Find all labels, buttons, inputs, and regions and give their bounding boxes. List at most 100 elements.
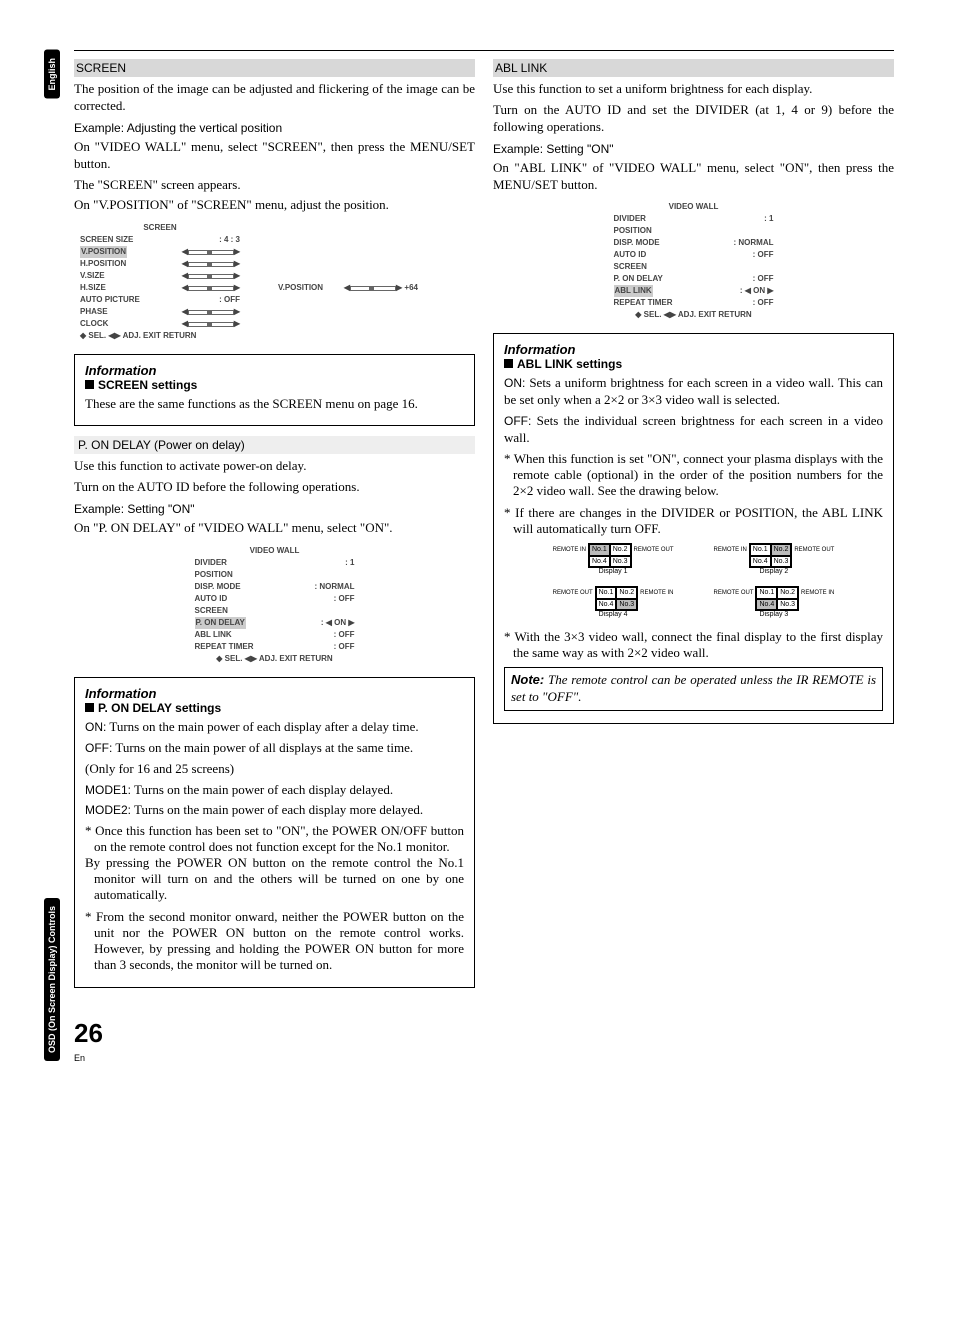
slider-icon: ◀▶ [182, 270, 240, 282]
pon-p2: Turn on the AUTO ID before the following… [74, 479, 475, 496]
side-tab-osd: OSD (On Screen Display) Controls [44, 898, 60, 1061]
osd-row-val: : OFF [219, 294, 240, 306]
callout-label: V.POSITION [278, 282, 323, 294]
info-title: Information [85, 363, 464, 378]
osd-row-val: : NORMAL [734, 237, 774, 249]
osd-row-label: ABL LINK [195, 629, 232, 641]
pon-infobox: Information P. ON DELAY settings ON: Tur… [74, 677, 475, 988]
slider-icon: ◀▶ +64 [344, 282, 418, 294]
osd-row-label: SCREEN [195, 605, 228, 617]
osd-row-label: AUTO ID [195, 593, 228, 605]
osd-row-label: ABL LINK [614, 285, 653, 297]
abl-p1: Use this function to set a uniform brigh… [493, 81, 894, 98]
osd-title: VIDEO WALL [614, 201, 774, 213]
osd-row-val: : 4 : 3 [219, 234, 240, 246]
callout-val: +64 [404, 283, 418, 292]
screen-example: Example: Adjusting the vertical position [74, 121, 475, 135]
page-lang: En [74, 1053, 85, 1063]
info-sub: P. ON DELAY settings [85, 701, 464, 715]
pon-off: OFF: Turns on the main power of all disp… [85, 740, 464, 757]
left-column: SCREEN The position of the image can be … [74, 59, 475, 998]
osd-row-label: H.SIZE [80, 282, 106, 294]
osd-row-val: : OFF [334, 593, 355, 605]
osd-row-label: V.SIZE [80, 270, 105, 282]
osd-row-label: DISP. MODE [614, 237, 660, 249]
wall-diagram: REMOTE IN No.1No.2No.4No.3 REMOTE OUT Di… [504, 543, 883, 619]
page-container: English OSD (On Screen Display) Controls… [40, 50, 894, 1065]
abl-p2: Turn on the AUTO ID and set the DIVIDER … [493, 102, 894, 136]
list-item: * If there are changes in the DIVIDER or… [504, 505, 883, 537]
osd-row-label: POSITION [195, 569, 233, 581]
osd-row-label: DIVIDER [195, 557, 227, 569]
pon-heading: P. ON DELAY (Power on delay) [74, 436, 475, 454]
list-item: * When this function is set "ON", connec… [504, 451, 883, 499]
abl-star-list: * When this function is set "ON", connec… [504, 451, 883, 537]
osd-row-label: P. ON DELAY [614, 273, 663, 285]
osd-row-label: SCREEN [614, 261, 647, 273]
osd-row-label: V.POSITION [80, 246, 127, 258]
screen-infobox: Information SCREEN settings These are th… [74, 354, 475, 426]
osd-footer: ◆ SEL. ◀▶ ADJ. EXIT RETURN [614, 309, 774, 321]
abl-off: OFF: Sets the individual screen brightne… [504, 413, 883, 447]
diagram-unit: REMOTE OUT No.1No.2No.4No.3 REMOTE IN Di… [714, 586, 835, 619]
abl-p3: On "ABL LINK" of "VIDEO WALL" menu, sele… [493, 160, 894, 194]
osd-row-label: DIVIDER [614, 213, 646, 225]
list-item: * With the 3×3 video wall, connect the f… [504, 629, 883, 661]
osd-row-label: REPEAT TIMER [195, 641, 254, 653]
osd-row-label: REPEAT TIMER [614, 297, 673, 309]
osd-row-label: PHASE [80, 306, 108, 318]
info-title: Information [85, 686, 464, 701]
pon-mode1: MODE1: Turns on the main power of each d… [85, 782, 464, 799]
slider-icon: ◀▶ [182, 282, 240, 294]
abl-infobox: Information ABL LINK settings ON: Sets a… [493, 333, 894, 723]
osd-row-val: : 1 [764, 213, 773, 225]
pon-only: (Only for 16 and 25 screens) [85, 761, 464, 778]
content: SCREEN The position of the image can be … [74, 50, 894, 1065]
pon-mode2: MODE2: Turns on the main power of each d… [85, 802, 464, 819]
pon-osd: VIDEO WALL DIVIDER: 1 POSITION DISP. MOD… [189, 541, 361, 669]
osd-row-label: AUTO PICTURE [80, 294, 140, 306]
side-tab-english: English [44, 50, 60, 99]
info-body: These are the same functions as the SCRE… [85, 396, 464, 413]
osd-row-label: POSITION [614, 225, 652, 237]
side-tabs: English OSD (On Screen Display) Controls [40, 50, 64, 1065]
abl-example: Example: Setting "ON" [493, 142, 894, 156]
info-title: Information [504, 342, 883, 357]
osd-row-val: : 1 [345, 557, 354, 569]
osd-row-val: : ◀ ON ▶ [740, 285, 774, 297]
screen-osd-group: SCREEN SCREEN SIZE : 4 : 3 V.POSITION ◀▶ H… [74, 218, 475, 346]
osd-row-val: : OFF [753, 249, 774, 261]
list-item: * From the second monitor onward, neithe… [85, 909, 464, 973]
slider-icon: ◀▶ [182, 318, 240, 330]
osd-row-val: : ◀ ON ▶ [321, 617, 355, 629]
slider-icon: ◀▶ [182, 306, 240, 318]
osd-row-label: P. ON DELAY [195, 617, 246, 629]
osd-title: SCREEN [80, 222, 240, 234]
osd-row-val: : OFF [334, 629, 355, 641]
abl-note: Note: The remote control can be operated… [504, 667, 883, 711]
list-item: * Once this function has been set to "ON… [85, 823, 464, 903]
screen-p3: The "SCREEN" screen appears. [74, 177, 475, 194]
screen-heading: SCREEN [74, 59, 475, 77]
info-sub: ABL LINK settings [504, 357, 883, 371]
osd-row-label: SCREEN SIZE [80, 234, 133, 246]
osd-row-label: AUTO ID [614, 249, 647, 261]
osd-footer: ◆ SEL. ◀▶ ADJ. EXIT RETURN [80, 330, 240, 342]
screen-p2: On "VIDEO WALL" menu, select "SCREEN", t… [74, 139, 475, 173]
osd-row-val: : OFF [753, 273, 774, 285]
osd-footer: ◆ SEL. ◀▶ ADJ. EXIT RETURN [195, 653, 355, 665]
osd-row-label: DISP. MODE [195, 581, 241, 593]
page-number: 26 [74, 1018, 103, 1048]
pon-p3: On "P. ON DELAY" of "VIDEO WALL" menu, s… [74, 520, 475, 537]
osd-row-val: : OFF [753, 297, 774, 309]
right-column: ABL LINK Use this function to set a unif… [493, 59, 894, 998]
screen-osd-callout: V.POSITION ◀▶ +64 [272, 278, 424, 298]
footer: 26 En [74, 1018, 894, 1065]
abl-osd: VIDEO WALL DIVIDER : 1 POSITION DISP. MOD… [608, 197, 780, 325]
pon-star-list: * Once this function has been set to "ON… [85, 823, 464, 973]
diagram-unit: REMOTE OUT No.1No.2No.4No.3 REMOTE IN Di… [553, 586, 674, 619]
info-sub: SCREEN settings [85, 378, 464, 392]
abl-after-star: * With the 3×3 video wall, connect the f… [504, 629, 883, 661]
abl-heading: ABL LINK [493, 59, 894, 77]
osd-row-val: : NORMAL [315, 581, 355, 593]
